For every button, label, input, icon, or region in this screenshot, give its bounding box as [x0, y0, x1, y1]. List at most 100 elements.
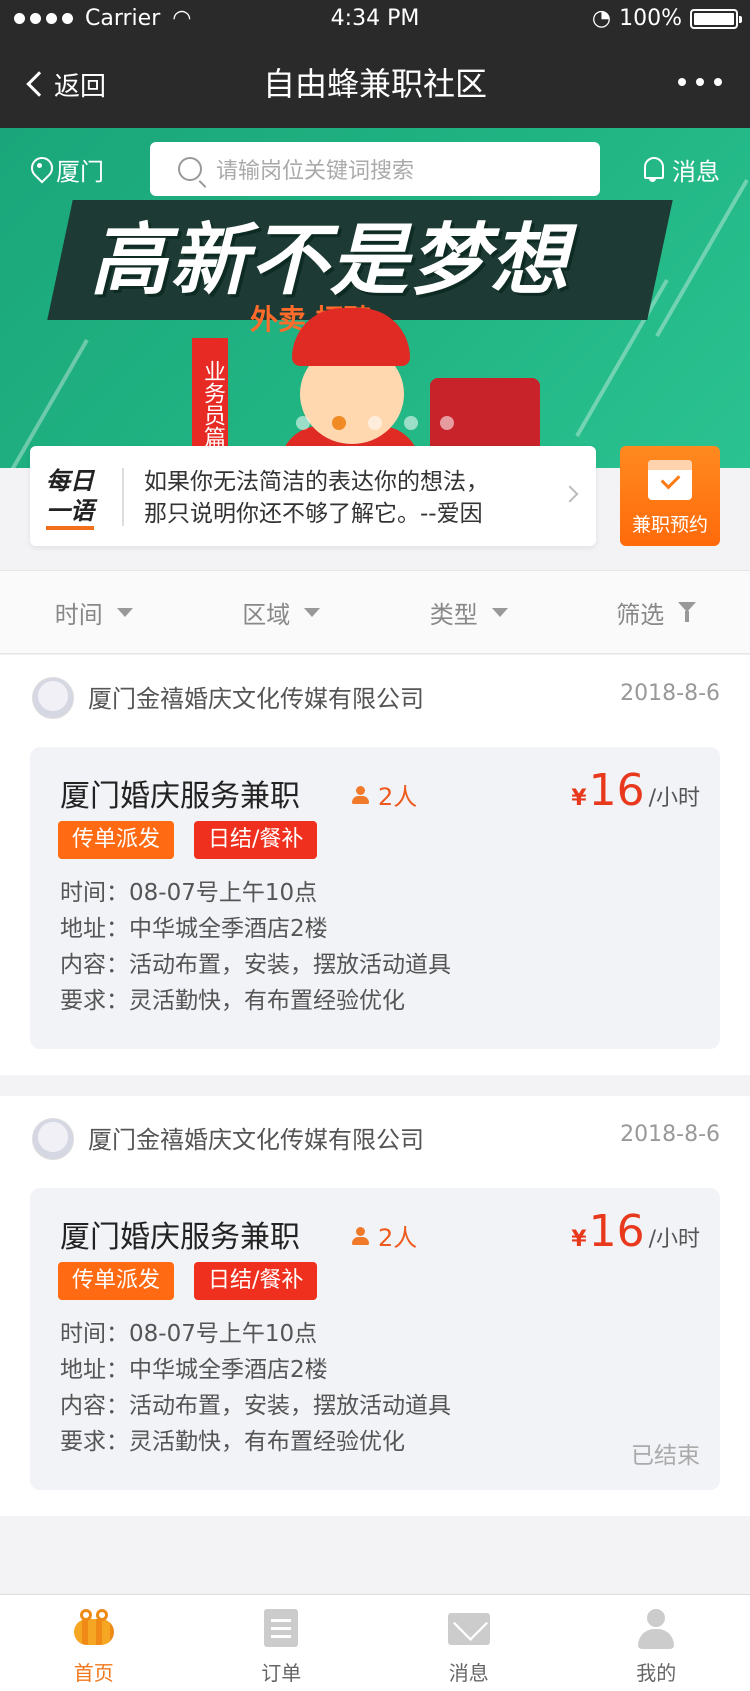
job-status: 已结束	[631, 1443, 700, 1469]
quote-line: 如果你无法简洁的表达你的想法，	[144, 469, 489, 495]
order-icon	[264, 1609, 299, 1647]
filter-label: 区域	[242, 600, 291, 629]
job-address: 地址：中华城全季酒店2楼	[60, 916, 328, 942]
carousel-dot[interactable]	[404, 416, 418, 430]
job-listing: 厦门金禧婚庆文化传媒有限公司 2018-8-6 厦门婚庆服务兼职 2人 ¥ 16…	[0, 1096, 750, 1516]
headcount: 2人	[350, 777, 417, 812]
job-details: 时间：08-07号上午10点 地址：中华城全季酒店2楼 内容：活动布置，安装，摆…	[60, 1316, 451, 1460]
tab-label: 首页	[73, 1661, 114, 1685]
job-title: 厦门婚庆服务兼职	[60, 779, 300, 814]
banner-side-label: 业务员篇	[192, 338, 228, 463]
currency-symbol: ¥	[571, 1227, 587, 1252]
booking-label: 兼职预约	[631, 514, 708, 536]
tab-messages[interactable]: 消息	[375, 1595, 563, 1691]
quote-text: 如果你无法简洁的表达你的想法， 那只说明你还不够了解它。--爱因	[144, 466, 564, 530]
carousel-dot[interactable]	[368, 416, 382, 430]
tab-profile[interactable]: 我的	[563, 1595, 750, 1691]
tab-label: 我的	[636, 1661, 677, 1685]
tag: 日结/餐补	[194, 821, 318, 859]
headcount-value: 2人	[378, 783, 418, 811]
job-time: 时间：08-07号上午10点	[60, 880, 318, 906]
funnel-icon	[678, 602, 697, 622]
daily-quote-logo: 每日 一语	[46, 466, 108, 530]
search-icon	[178, 157, 202, 181]
tab-label: 订单	[261, 1661, 302, 1685]
tag: 传单派发	[58, 821, 175, 859]
headcount-value: 2人	[378, 1224, 418, 1252]
filter-time[interactable]: 时间	[0, 571, 188, 653]
courier-mascot-image	[270, 308, 430, 468]
app-screen: Carrier ◠ 4:34 PM ◔ 100% 返回 自由蜂兼职社区 高新不是…	[0, 0, 750, 1691]
search-placeholder: 请输岗位关键词搜索	[216, 159, 415, 184]
search-input[interactable]: 请输岗位关键词搜索	[150, 142, 600, 196]
divider	[122, 468, 124, 526]
price-unit: /小时	[648, 786, 700, 811]
filter-more[interactable]: 筛选	[563, 571, 750, 653]
bell-icon	[642, 157, 664, 182]
tag: 日结/餐补	[194, 1262, 318, 1300]
filter-label: 类型	[429, 600, 478, 629]
price-value: 16	[588, 765, 645, 816]
quote-logo-line2: 一语	[46, 496, 94, 530]
location-selector[interactable]: 厦门	[30, 142, 104, 196]
filter-area[interactable]: 区域	[188, 571, 376, 653]
carousel-indicator	[296, 416, 454, 430]
post-date: 2018-8-6	[620, 681, 720, 706]
tag: 传单派发	[58, 1262, 175, 1300]
messages-label: 消息	[672, 157, 720, 186]
more-dot	[714, 78, 722, 86]
job-listing: 厦门金禧婚庆文化传媒有限公司 2018-8-6 厦门婚庆服务兼职 2人 ¥ 16…	[0, 655, 750, 1075]
nav-bar: 返回 自由蜂兼职社区	[0, 40, 750, 128]
promo-banner[interactable]: 高新不是梦想 外卖 招聘 业务员篇 厦门 请输岗位关键词搜索 消息	[0, 128, 750, 468]
job-card[interactable]: 厦门婚庆服务兼职 2人 ¥ 16 /小时 传单派发 日结/餐补 时间：08-07…	[30, 1188, 720, 1490]
user-icon	[636, 1609, 676, 1649]
job-requirement: 要求：灵活勤快，有布置经验优化	[60, 1429, 405, 1455]
post-date: 2018-8-6	[620, 1122, 720, 1147]
battery-percent: 100%	[619, 6, 682, 31]
caret-down-icon	[491, 607, 508, 617]
more-dot	[696, 78, 704, 86]
carousel-dot[interactable]	[440, 416, 454, 430]
headcount: 2人	[350, 1218, 417, 1253]
mail-icon	[447, 1613, 490, 1645]
job-time: 时间：08-07号上午10点	[60, 1321, 318, 1347]
daily-quote-card[interactable]: 每日 一语 如果你无法简洁的表达你的想法， 那只说明你还不够了解它。--爱因	[30, 446, 596, 546]
company-name: 厦门金禧婚庆文化传媒有限公司	[88, 1126, 424, 1154]
job-content: 内容：活动布置，安装，摆放活动道具	[60, 1393, 451, 1419]
chevron-right-icon	[561, 485, 579, 503]
parttime-booking-button[interactable]: 兼职预约	[620, 446, 720, 546]
carousel-dot[interactable]	[296, 416, 310, 430]
caret-down-icon	[116, 607, 133, 617]
quote-line: 那只说明你还不够了解它。--爱因	[144, 501, 483, 527]
job-price: ¥ 16 /小时	[571, 765, 700, 816]
orientation-lock-icon: ◔	[591, 6, 612, 31]
job-content: 内容：活动布置，安装，摆放活动道具	[60, 952, 451, 978]
person-icon	[350, 1226, 370, 1246]
tag-list: 传单派发 日结/餐补	[58, 821, 318, 859]
carousel-dot[interactable]	[332, 416, 346, 430]
price-value: 16	[588, 1206, 645, 1257]
job-header[interactable]: 厦门金禧婚庆文化传媒有限公司 2018-8-6	[0, 1096, 750, 1176]
person-icon	[350, 785, 370, 805]
filter-bar: 时间 区域 类型 筛选	[0, 570, 750, 654]
job-details: 时间：08-07号上午10点 地址：中华城全季酒店2楼 内容：活动布置，安装，摆…	[60, 875, 451, 1019]
tab-bar: 首页 订单 消息 我的	[0, 1594, 750, 1691]
filter-label: 筛选	[616, 600, 665, 629]
banner-headline: 高新不是梦想	[90, 216, 571, 306]
filter-type[interactable]: 类型	[375, 571, 563, 653]
caret-down-icon	[304, 607, 321, 617]
quote-logo-line1: 每日	[46, 467, 94, 495]
job-title: 厦门婚庆服务兼职	[60, 1220, 300, 1255]
location-label: 厦门	[56, 157, 104, 186]
job-card[interactable]: 厦门婚庆服务兼职 2人 ¥ 16 /小时 传单派发 日结/餐补 时间：08-07…	[30, 747, 720, 1049]
company-name: 厦门金禧婚庆文化传媒有限公司	[88, 685, 424, 713]
job-header[interactable]: 厦门金禧婚庆文化传媒有限公司 2018-8-6	[0, 655, 750, 735]
currency-symbol: ¥	[571, 786, 587, 811]
status-right: ◔ 100%	[591, 6, 742, 31]
tab-home[interactable]: 首页	[0, 1595, 188, 1691]
job-price: ¥ 16 /小时	[571, 1206, 700, 1257]
tab-orders[interactable]: 订单	[188, 1595, 376, 1691]
more-dot	[678, 78, 686, 86]
more-button[interactable]	[678, 78, 722, 86]
messages-button[interactable]: 消息	[642, 142, 720, 196]
